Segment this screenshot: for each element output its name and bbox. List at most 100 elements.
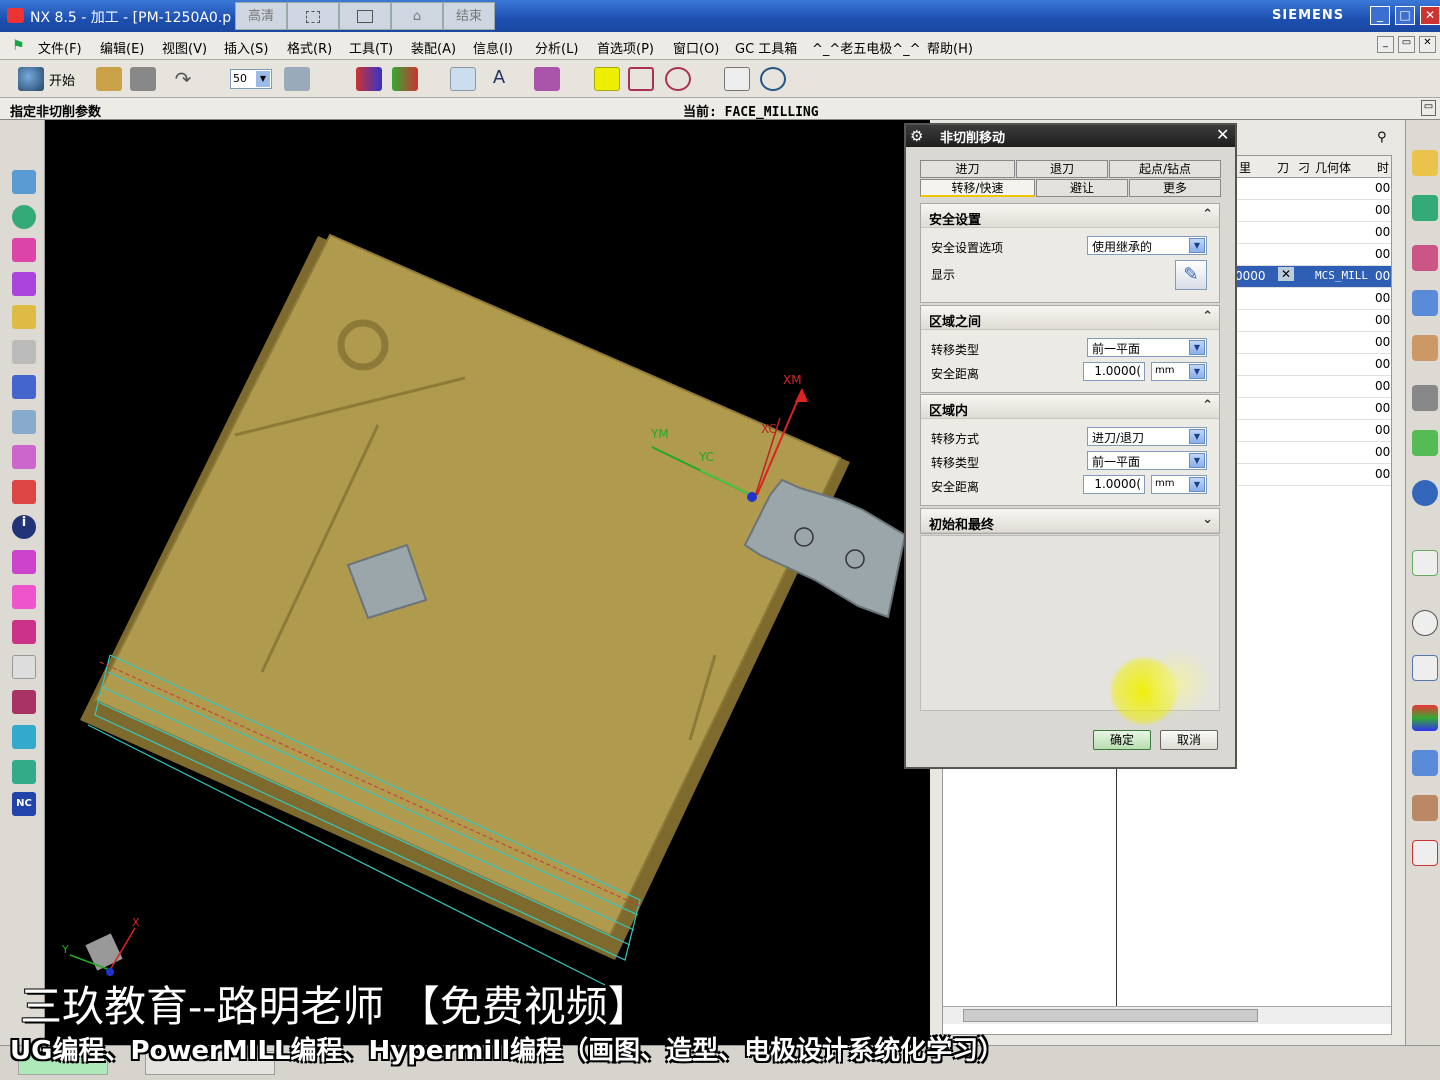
cancel-button[interactable]: 取消 [1160,730,1218,750]
redo-icon[interactable]: ↷ [170,67,196,91]
zoom-select[interactable]: 50 ▼ [230,69,272,89]
dialog-titlebar[interactable]: ⚙ 非切削移动 ✕ [906,125,1235,147]
nc-icon[interactable]: NC [12,792,36,816]
tab-more[interactable]: 更多 [1129,179,1221,197]
menu-preferences[interactable]: 首选项(P) [597,38,654,57]
dialog-close-icon[interactable]: ✕ [1216,125,1229,144]
reuse-library-icon[interactable] [1412,385,1438,411]
color-icon[interactable] [392,67,418,91]
machine-icon[interactable] [12,725,36,749]
tab-transfer-rapid[interactable]: 转移/快速 [920,179,1035,197]
plane-icon[interactable] [12,655,36,679]
doc-minimize-button[interactable]: _ [1377,36,1394,53]
feature-icon[interactable] [12,690,36,714]
clearance-option-select[interactable]: 使用继承的 ▼ [1087,236,1207,255]
minimize-button[interactable]: _ [1370,6,1390,25]
operation-navigator-icon[interactable] [1412,290,1438,316]
scrollbar-thumb[interactable] [963,1009,1258,1022]
layers-icon[interactable] [284,67,310,91]
replay-icon[interactable] [12,480,36,504]
title-tab-select-icon[interactable] [287,2,339,30]
create-operation-icon[interactable] [12,375,36,399]
system-materials-icon[interactable] [1412,795,1438,821]
hd3d-tools-icon[interactable] [1412,430,1438,456]
loop-icon[interactable] [760,67,786,91]
menu-info[interactable]: 信息(I) [473,38,513,57]
section-icon[interactable] [628,67,654,91]
edit-object-icon[interactable] [12,410,36,434]
boolean-icon[interactable] [12,205,36,229]
menu-electrode[interactable]: ^_^老五电极^_^ [812,38,921,57]
menu-tools[interactable]: 工具(T) [349,38,393,57]
tab-engage[interactable]: 进刀 [920,160,1015,178]
assembly-navigator-icon[interactable] [1412,150,1438,176]
create-geometry-icon[interactable] [12,305,36,329]
menu-format[interactable]: 格式(R) [287,38,332,57]
pin-icon[interactable]: ⚲ [1377,130,1387,145]
shop-doc-icon[interactable] [12,760,36,784]
menu-edit[interactable]: 编辑(E) [100,38,144,57]
info-icon[interactable]: i [12,515,36,539]
menu-window[interactable]: 窗口(O) [673,38,719,57]
create-tool-icon[interactable] [12,272,36,296]
output-icon[interactable] [12,620,36,644]
menu-gc-toolbox[interactable]: GC 工具箱 [735,38,797,57]
section-between-header[interactable]: 区域之间 ⌃ [921,306,1219,330]
tab-retract[interactable]: 退刀 [1016,160,1108,178]
web-browser-icon[interactable] [1412,480,1438,506]
col-header-time[interactable]: 时 [1377,159,1389,176]
between-unit-select[interactable]: mm ▼ [1151,362,1207,381]
within-transfer-method-select[interactable]: 进刀/退刀 ▼ [1087,427,1207,446]
title-tab-hd[interactable]: 高清 [235,2,287,30]
simulate-icon[interactable] [12,585,36,609]
gear-icon[interactable]: ⚙ [910,127,923,145]
menu-analysis[interactable]: 分析(L) [535,38,578,57]
constraint-navigator-icon[interactable] [1412,195,1438,221]
within-transfer-type-select[interactable]: 前一平面 ▼ [1087,451,1207,470]
create-method-icon[interactable] [12,340,36,364]
graphics-viewport[interactable]: XM YM YC XC X Y [45,120,930,1045]
machine-tool-navigator-icon[interactable] [1412,335,1438,361]
clipboard-icon[interactable] [724,67,750,91]
open-icon[interactable] [96,67,122,91]
title-tab-window-icon[interactable] [339,2,391,30]
text-annotation-icon[interactable]: A [486,67,512,91]
col-header-geometry[interactable]: 几何体 [1315,159,1351,176]
menu-file[interactable]: 文件(F) [38,38,82,57]
view-cube-icon[interactable] [12,170,36,194]
save-icon[interactable] [130,67,156,91]
section-clearance-header[interactable]: 安全设置 ⌃ [921,204,1219,228]
create-program-icon[interactable] [12,238,36,262]
doc-close-button[interactable]: ✕ [1419,36,1436,53]
roles-icon[interactable] [1412,750,1438,776]
col-header-1[interactable]: 里 [1239,159,1251,176]
clip-icon[interactable] [665,67,691,91]
close-button[interactable]: ✕ [1420,6,1440,25]
within-safe-distance-input[interactable]: 1.0000( [1083,475,1145,494]
part-navigator-icon[interactable] [1412,245,1438,271]
horizontal-scrollbar[interactable] [943,1006,1391,1024]
ok-button[interactable]: 确定 [1093,730,1151,750]
cue-options-icon[interactable]: ▭ [1421,100,1436,116]
process-studio-icon[interactable] [1412,655,1438,681]
verify-icon[interactable] [12,550,36,574]
visualization-icon[interactable] [1412,705,1438,731]
part-icon[interactable] [534,67,560,91]
history-palette-icon[interactable] [1412,550,1438,576]
doc-restore-button[interactable]: ▭ [1398,36,1415,53]
brush-icon[interactable] [594,67,620,91]
flashlight-icon[interactable]: ✎ [1175,260,1207,290]
section-within-header[interactable]: 区域内 ⌃ [921,395,1219,419]
clock-icon[interactable] [1412,610,1438,636]
between-safe-distance-input[interactable]: 1.0000( [1083,362,1145,381]
generate-path-icon[interactable] [12,445,36,469]
tab-avoidance[interactable]: 避让 [1036,179,1128,197]
col-header-3[interactable]: 刁 [1298,159,1310,176]
section-initial-header[interactable]: 初始和最终 ⌄ [921,509,1219,533]
menu-help[interactable]: 帮助(H) [927,38,973,57]
start-icon[interactable] [18,67,44,91]
display-mode-icon[interactable] [356,67,382,91]
col-header-2[interactable]: 刀 [1277,159,1289,176]
task-icon[interactable] [1412,840,1438,866]
start-label[interactable]: 开始 [49,70,75,89]
